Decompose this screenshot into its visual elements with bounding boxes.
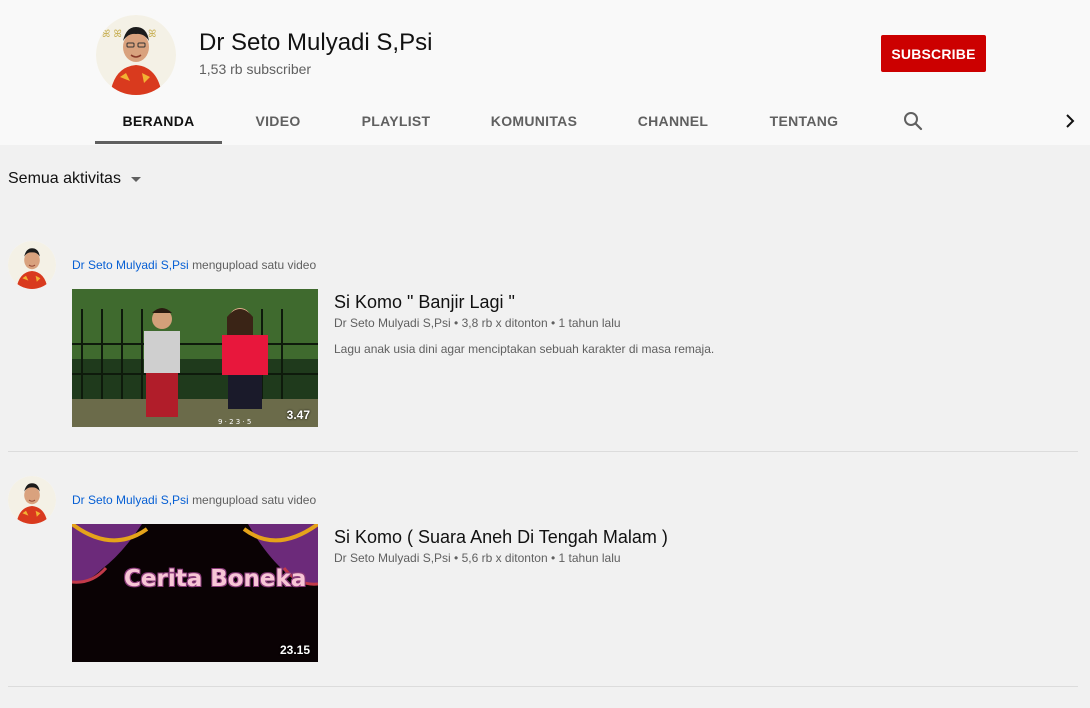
svg-text:ꕤ ꕤ: ꕤ ꕤ <box>102 29 122 40</box>
divider <box>8 686 1078 687</box>
channel-title: Dr Seto Mulyadi S,Psi <box>199 29 433 56</box>
author-link[interactable]: Dr Seto Mulyadi S,Psi <box>72 493 189 507</box>
activity-filter-label: Semua aktivitas <box>8 170 121 187</box>
video-duration: 3.47 <box>286 408 310 422</box>
video-thumbnail[interactable]: 9 · 2 3 · 5 3.47 <box>72 289 318 427</box>
video-thumbnail[interactable]: Cerita Boneka 23.15 <box>72 524 318 662</box>
subscriber-count: 1,53 rb subscriber <box>199 61 312 77</box>
activity-description: Dr Seto Mulyadi S,Psi mengupload satu vi… <box>72 258 316 272</box>
search-icon[interactable] <box>900 108 926 134</box>
channel-avatar[interactable]: ꕤ ꕤ ꕤ <box>96 15 176 95</box>
thumbnail-image: 9 · 2 3 · 5 <box>72 289 318 427</box>
video-description: Lagu anak usia dini agar menciptakan seb… <box>334 342 715 356</box>
activity-description: Dr Seto Mulyadi S,Psi mengupload satu vi… <box>72 493 316 507</box>
activity-action: mengupload satu video <box>192 493 317 507</box>
activity-action: mengupload satu video <box>192 258 317 272</box>
channel-header: ꕤ ꕤ ꕤ Dr Seto Mulyadi S,Psi 1,53 rb subs… <box>0 0 1090 145</box>
author-link[interactable]: Dr Seto Mulyadi S,Psi <box>72 258 189 272</box>
divider <box>8 451 1078 452</box>
author-avatar[interactable] <box>8 476 56 524</box>
svg-text:ꕤ: ꕤ <box>148 29 156 40</box>
activity-filter-dropdown[interactable]: Semua aktivitas <box>8 170 141 188</box>
avatar-image <box>8 476 56 524</box>
thumbnail-image <box>72 524 318 662</box>
video-meta: Dr Seto Mulyadi S,Psi • 5,6 rb x ditonto… <box>334 551 621 565</box>
tab-tentang[interactable]: TENTANG <box>760 98 848 144</box>
author-avatar[interactable] <box>8 241 56 289</box>
video-title[interactable]: Si Komo ( Suara Aneh Di Tengah Malam ) <box>334 527 668 548</box>
tab-beranda[interactable]: BERANDA <box>95 98 222 144</box>
activity-item: Dr Seto Mulyadi S,Psi mengupload satu vi… <box>0 241 1090 476</box>
subscribe-button[interactable]: SUBSCRIBE <box>881 35 986 72</box>
video-duration: 23.15 <box>279 643 310 657</box>
tab-playlist[interactable]: PLAYLIST <box>352 98 440 144</box>
channel-tabs: BERANDA VIDEO PLAYLIST KOMUNITAS CHANNEL… <box>0 98 1090 145</box>
video-title[interactable]: Si Komo " Banjir Lagi " <box>334 292 515 313</box>
tab-video[interactable]: VIDEO <box>240 98 316 144</box>
avatar-image <box>8 241 56 289</box>
svg-text:9 · 2 3 · 5: 9 · 2 3 · 5 <box>218 418 251 426</box>
chevron-right-icon[interactable] <box>1058 108 1082 134</box>
activity-item: Dr Seto Mulyadi S,Psi mengupload satu vi… <box>0 476 1090 708</box>
video-meta: Dr Seto Mulyadi S,Psi • 3,8 rb x ditonto… <box>334 316 621 330</box>
caret-down-icon <box>130 176 141 182</box>
tab-komunitas[interactable]: KOMUNITAS <box>480 98 588 144</box>
avatar-image: ꕤ ꕤ ꕤ <box>96 15 176 95</box>
tab-channel[interactable]: CHANNEL <box>628 98 718 144</box>
thumbnail-title-text: Cerita Boneka <box>124 566 307 592</box>
